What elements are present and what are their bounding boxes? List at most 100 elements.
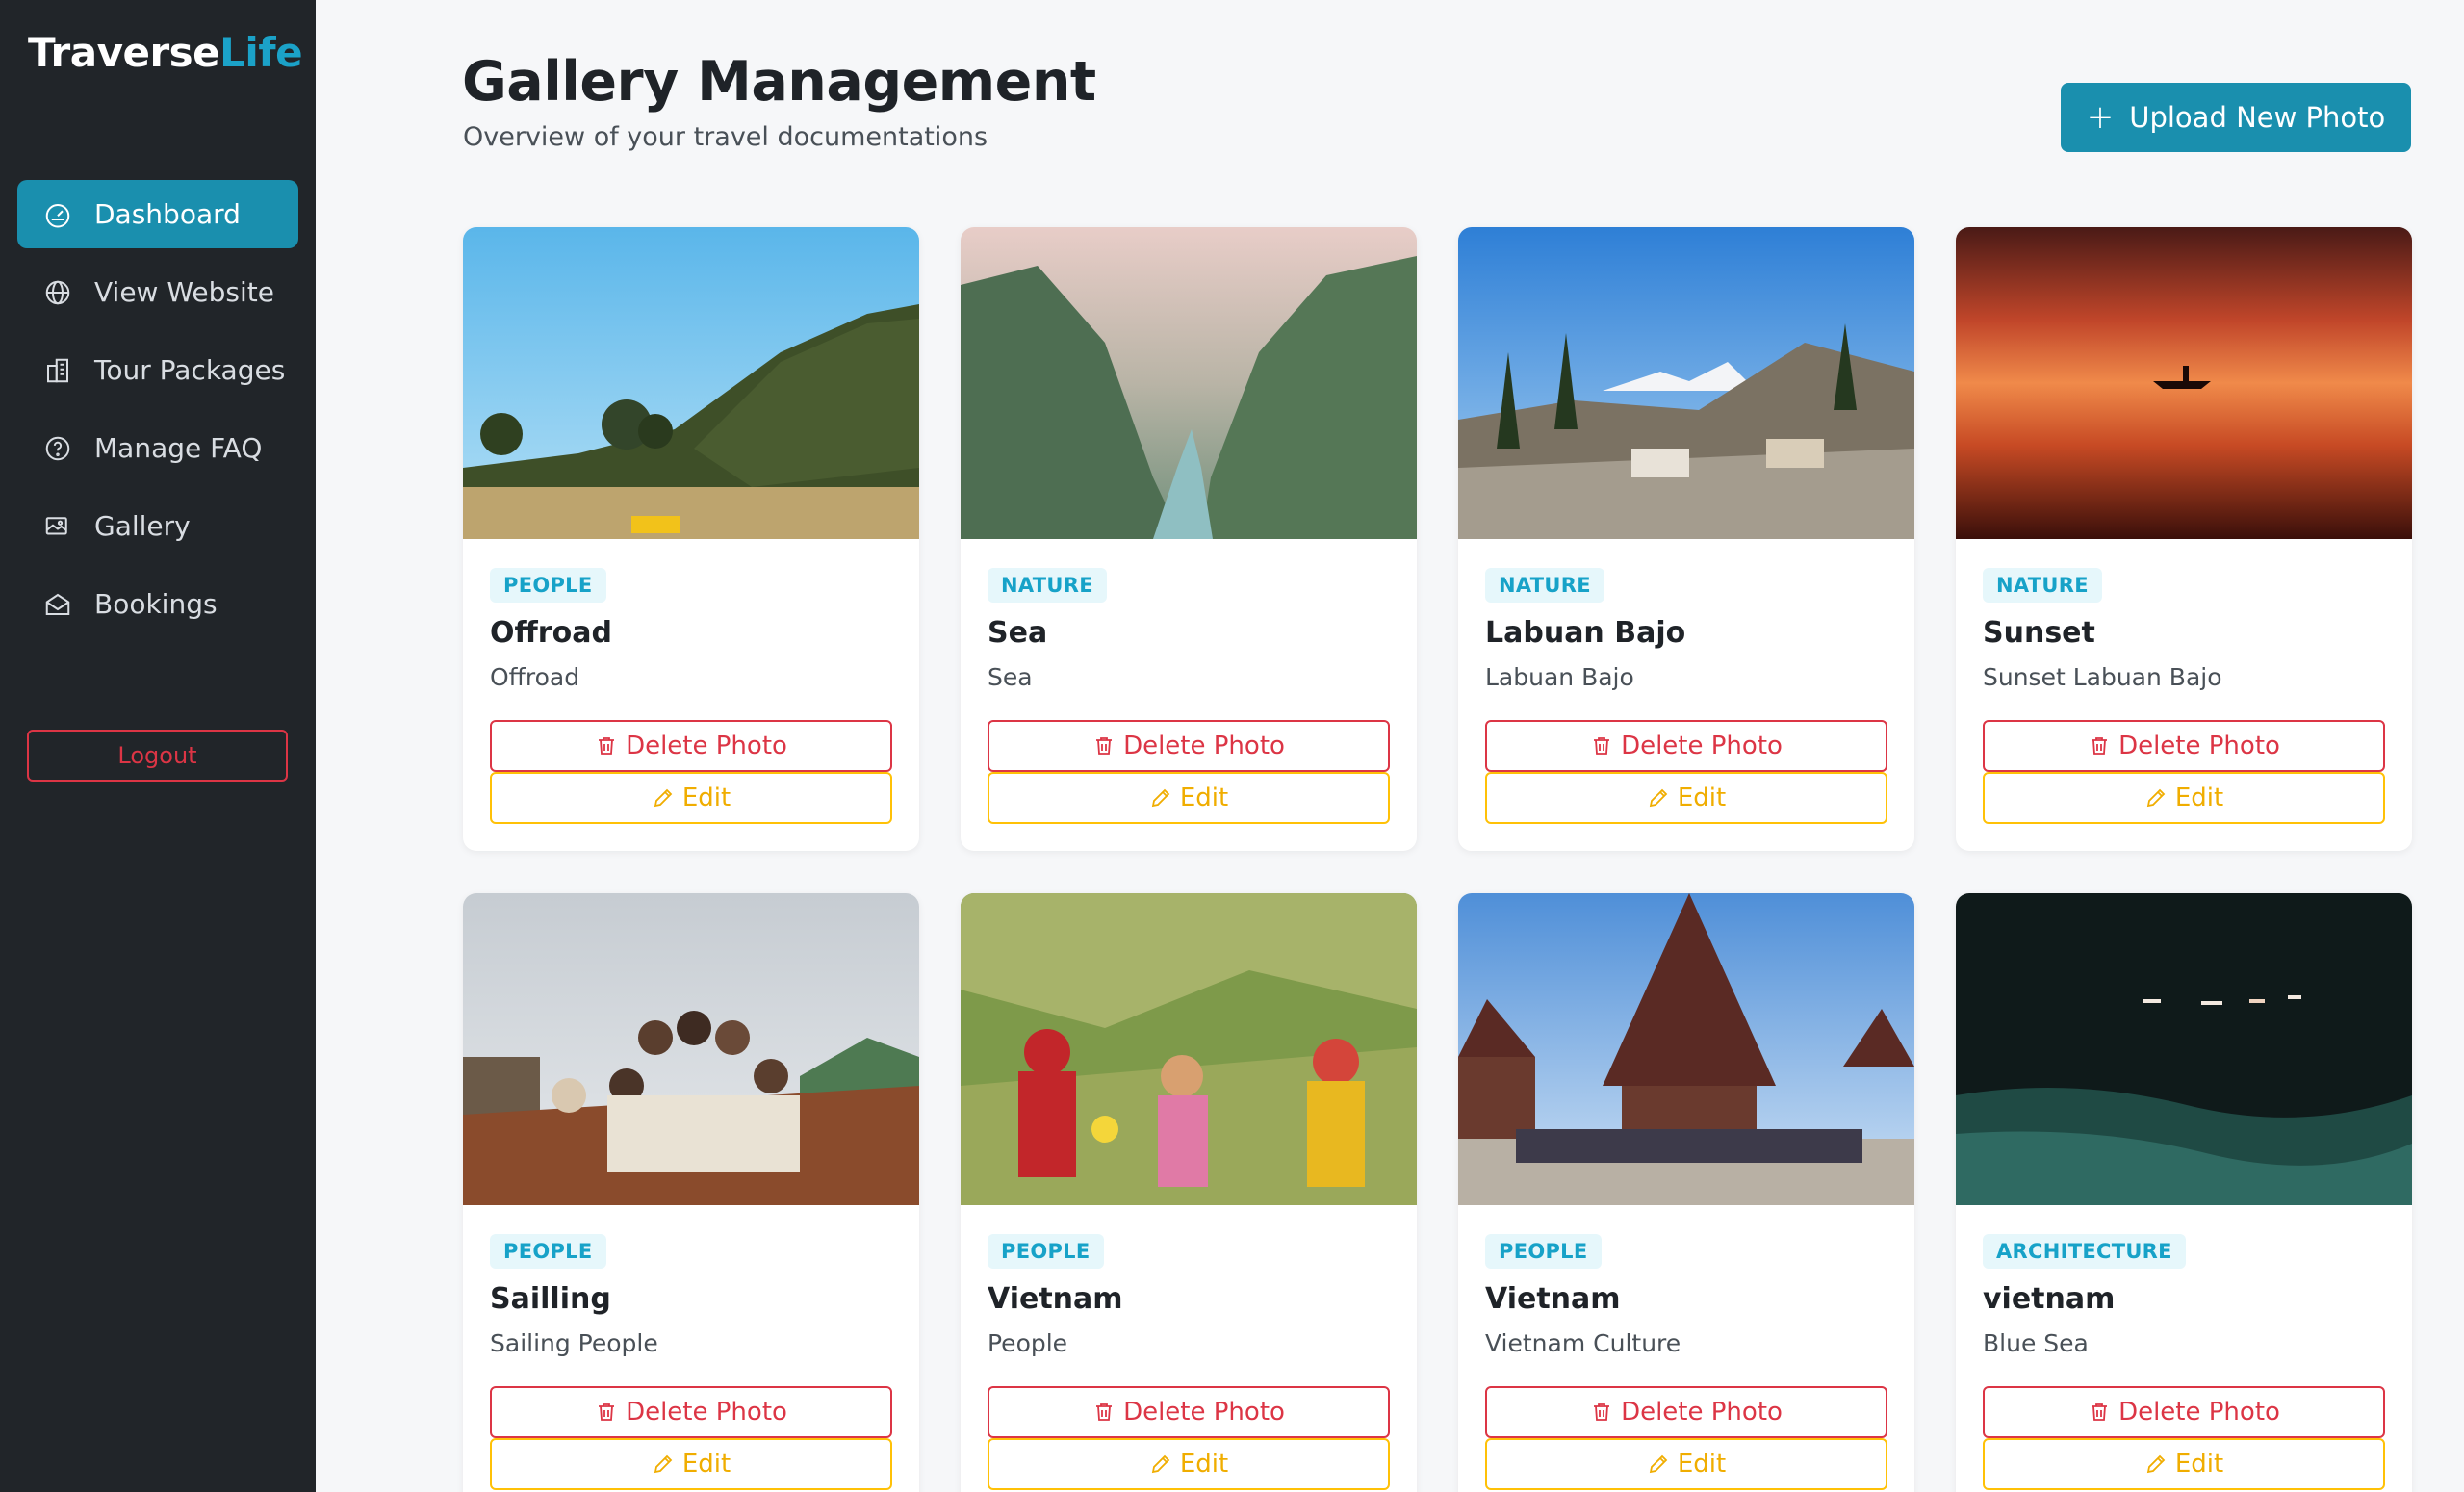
photo-title: Sailling [490, 1282, 611, 1316]
category-badge: PEOPLE [1485, 1234, 1602, 1269]
edit-label: Edit [2174, 1450, 2224, 1479]
edit-button[interactable]: Edit [490, 772, 892, 824]
sidebar-item-tour-packages[interactable]: Tour Packages [17, 336, 298, 404]
trash-icon [1594, 737, 1610, 755]
edit-button[interactable]: Edit [1485, 772, 1887, 824]
gallery-photo[interactable] [463, 227, 919, 539]
trash-icon [599, 737, 615, 755]
globe-icon [42, 277, 73, 308]
edit-button[interactable]: Edit [988, 1438, 1390, 1490]
question-circle-icon [42, 433, 73, 464]
delete-photo-button[interactable]: Delete Photo [490, 720, 892, 772]
gallery-photo[interactable] [1956, 227, 2412, 539]
photo-description: Sailing People [490, 1329, 658, 1357]
edit-label: Edit [1677, 1450, 1727, 1479]
gallery-card: PEOPLE Sailling Sailing People Delete Ph… [463, 893, 919, 1492]
sidebar-item-label: Gallery [94, 510, 191, 542]
category-badge: ARCHITECTURE [1983, 1234, 2186, 1269]
sidebar-item-label: Dashboard [94, 198, 241, 230]
photo-title: Vietnam [988, 1282, 1123, 1316]
speedometer-icon [42, 199, 73, 230]
trash-icon [2092, 1403, 2108, 1421]
logout-button[interactable]: Logout [27, 730, 288, 782]
gallery-photo[interactable] [1458, 227, 1914, 539]
photo-title: Sea [988, 616, 1048, 650]
sidebar-item-manage-faq[interactable]: Manage FAQ [17, 414, 298, 482]
delete-photo-button[interactable]: Delete Photo [1983, 1386, 2385, 1438]
photo-description: Sea [988, 663, 1033, 691]
gallery-card: PEOPLE Offroad Offroad Delete Photo Edit [463, 227, 919, 851]
sidebar-item-label: Bookings [94, 588, 218, 620]
edit-button[interactable]: Edit [1983, 772, 2385, 824]
buildings-icon [42, 355, 73, 386]
photo-title: vietnam [1983, 1282, 2116, 1316]
photo-description: Labuan Bajo [1485, 663, 1634, 691]
photo-description: Offroad [490, 663, 580, 691]
delete-photo-button[interactable]: Delete Photo [988, 720, 1390, 772]
gallery-card: NATURE Sunset Sunset Labuan Bajo Delete … [1956, 227, 2412, 851]
delete-photo-button[interactable]: Delete Photo [1485, 1386, 1887, 1438]
delete-photo-button[interactable]: Delete Photo [988, 1386, 1390, 1438]
pencil-icon [654, 1454, 673, 1474]
pencil-icon [2146, 1454, 2166, 1474]
sidebar-item-gallery[interactable]: Gallery [17, 492, 298, 560]
edit-button[interactable]: Edit [1983, 1438, 2385, 1490]
brand-logo[interactable]: TraverseLife [28, 29, 303, 76]
sidebar-item-label: View Website [94, 276, 274, 308]
trash-icon [1096, 1403, 1113, 1421]
category-badge: NATURE [1983, 568, 2102, 603]
gallery-photo[interactable] [961, 893, 1417, 1205]
photo-description: Vietnam Culture [1485, 1329, 1681, 1357]
photo-title: Sunset [1983, 616, 2095, 650]
category-badge: PEOPLE [490, 568, 606, 603]
photo-description: Blue Sea [1983, 1329, 2089, 1357]
delete-label: Delete Photo [626, 732, 787, 760]
gallery-photo[interactable] [463, 893, 919, 1205]
delete-label: Delete Photo [1621, 732, 1783, 760]
delete-photo-button[interactable]: Delete Photo [490, 1386, 892, 1438]
pencil-icon [1649, 1454, 1668, 1474]
category-badge: NATURE [1485, 568, 1604, 603]
plus-icon: + [2086, 98, 2115, 137]
gallery-card: ARCHITECTURE vietnam Blue Sea Delete Pho… [1956, 893, 2412, 1492]
delete-label: Delete Photo [1123, 1398, 1285, 1427]
sidebar-item-label: Manage FAQ [94, 432, 263, 464]
pencil-icon [2146, 788, 2166, 808]
upload-button-label: Upload New Photo [2129, 101, 2386, 134]
sidebar-item-bookings[interactable]: Bookings [17, 570, 298, 638]
gallery-photo[interactable] [961, 227, 1417, 539]
edit-label: Edit [681, 784, 732, 812]
pencil-icon [1151, 1454, 1170, 1474]
delete-label: Delete Photo [2118, 732, 2280, 760]
photo-description: Sunset Labuan Bajo [1983, 663, 2222, 691]
category-badge: NATURE [988, 568, 1107, 603]
gallery-photo[interactable] [1458, 893, 1914, 1205]
edit-label: Edit [1179, 1450, 1229, 1479]
delete-label: Delete Photo [626, 1398, 787, 1427]
sidebar-item-label: Tour Packages [94, 354, 286, 386]
trash-icon [599, 1403, 615, 1421]
edit-label: Edit [681, 1450, 732, 1479]
edit-button[interactable]: Edit [988, 772, 1390, 824]
sidebar-item-dashboard[interactable]: Dashboard [17, 180, 298, 248]
edit-label: Edit [1179, 784, 1229, 812]
photo-description: People [988, 1329, 1068, 1357]
edit-button[interactable]: Edit [490, 1438, 892, 1490]
sidebar-item-view-website[interactable]: View Website [17, 258, 298, 326]
pencil-icon [654, 788, 673, 808]
photo-title: Labuan Bajo [1485, 616, 1686, 650]
delete-label: Delete Photo [1123, 732, 1285, 760]
gallery-grid: PEOPLE Offroad Offroad Delete Photo Edit… [463, 227, 2412, 1492]
delete-photo-button[interactable]: Delete Photo [1485, 720, 1887, 772]
trash-icon [1594, 1403, 1610, 1421]
edit-label: Edit [1677, 784, 1727, 812]
upload-new-photo-button[interactable]: + Upload New Photo [2061, 83, 2411, 152]
gallery-photo[interactable] [1956, 893, 2412, 1205]
gallery-card: PEOPLE Vietnam People Delete Photo Edit [961, 893, 1417, 1492]
images-icon [42, 511, 73, 542]
edit-button[interactable]: Edit [1485, 1438, 1887, 1490]
delete-photo-button[interactable]: Delete Photo [1983, 720, 2385, 772]
pencil-icon [1151, 788, 1170, 808]
page-title: Gallery Management [462, 50, 1096, 114]
gallery-card: PEOPLE Vietnam Vietnam Culture Delete Ph… [1458, 893, 1914, 1492]
